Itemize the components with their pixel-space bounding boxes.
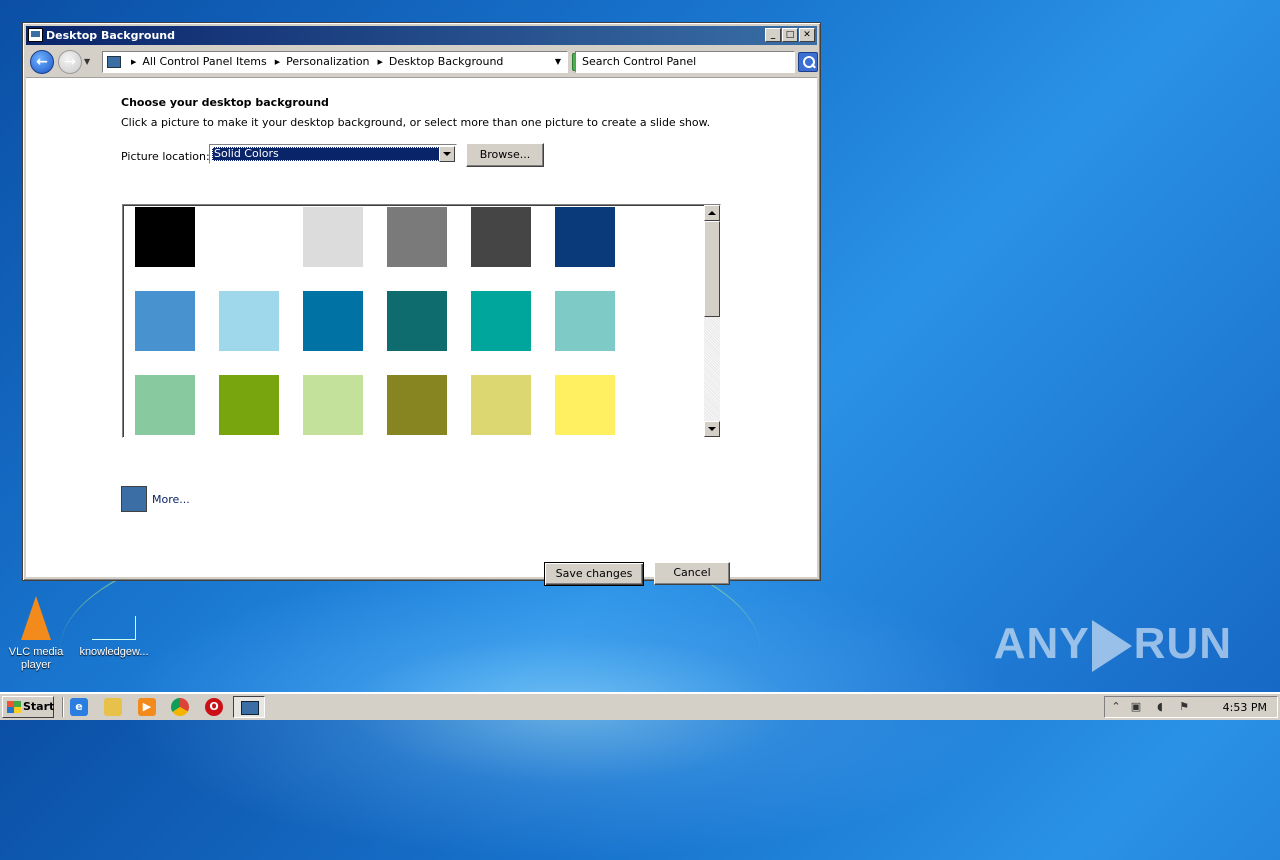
breadcrumb-item[interactable]: All Control Panel Items (142, 55, 266, 68)
chevron-down-icon[interactable] (439, 146, 455, 162)
color-swatch[interactable] (303, 291, 363, 351)
chevron-down-icon[interactable]: ▼ (555, 52, 561, 72)
color-gallery (122, 204, 721, 438)
close-button[interactable]: ✕ (799, 28, 815, 42)
color-swatch[interactable] (303, 375, 363, 435)
clock[interactable]: 4:53 PM (1223, 701, 1267, 714)
vertical-scrollbar[interactable] (704, 205, 720, 437)
scroll-down-icon[interactable] (704, 421, 720, 437)
folder-icon[interactable] (104, 698, 122, 716)
taskbar: Start e ▶ O ⌃ ▣ ◖ ⚑ 4:53 PM (0, 692, 1280, 720)
color-swatch[interactable] (387, 291, 447, 351)
color-swatch[interactable] (387, 207, 447, 267)
scroll-up-icon[interactable] (704, 205, 720, 221)
color-swatch[interactable] (471, 207, 531, 267)
color-swatch[interactable] (555, 291, 615, 351)
page-description: Click a picture to make it your desktop … (121, 116, 711, 129)
windows-logo-icon (7, 701, 21, 713)
color-swatch[interactable] (471, 375, 531, 435)
media-player-icon[interactable]: ▶ (138, 698, 156, 716)
minimize-button[interactable]: _ (765, 28, 781, 42)
internet-explorer-icon[interactable]: e (70, 698, 88, 716)
more-colors-link[interactable]: More... (152, 493, 190, 506)
picture-location-value: Solid Colors (212, 147, 440, 161)
breadcrumb-item[interactable]: Desktop Background (389, 55, 504, 68)
search-icon[interactable] (798, 52, 818, 72)
chevron-right-icon[interactable]: ▶ (131, 52, 136, 72)
page-title: Choose your desktop background (121, 96, 329, 109)
desktop-icon-file[interactable]: knowledgew... (74, 616, 154, 658)
forward-arrow-icon[interactable]: → (58, 50, 82, 74)
desktop-icon-vlc[interactable]: VLC media player (6, 596, 66, 672)
anyrun-watermark: ANY RUN (994, 619, 1232, 672)
search-input[interactable]: Search Control Panel (575, 51, 795, 73)
volume-icon[interactable]: ◖ (1153, 700, 1167, 714)
breadcrumb[interactable]: ▶ All Control Panel Items ▶ Personalization… (102, 51, 568, 73)
taskbar-divider (62, 697, 64, 717)
color-swatch[interactable] (219, 207, 279, 267)
color-swatch[interactable] (219, 375, 279, 435)
chevron-right-icon[interactable]: ▶ (378, 52, 383, 72)
control-panel-icon (107, 56, 121, 68)
file-icon (92, 616, 136, 640)
color-swatch[interactable] (303, 207, 363, 267)
color-swatch[interactable] (135, 375, 195, 435)
start-label: Start (23, 700, 55, 713)
title-bar[interactable]: Desktop Background _ □ ✕ (26, 26, 817, 45)
flag-icon[interactable]: ⚑ (1177, 700, 1191, 714)
picture-location-label: Picture location: (121, 150, 210, 163)
desktop-icon-label: VLC media player (8, 646, 64, 671)
color-swatch[interactable] (135, 207, 195, 267)
maximize-button[interactable]: □ (782, 28, 798, 42)
opera-icon[interactable]: O (205, 698, 223, 716)
chevron-right-icon[interactable]: ▶ (275, 52, 280, 72)
scrollbar-thumb[interactable] (704, 221, 720, 317)
start-button[interactable]: Start (2, 696, 54, 718)
chevron-up-icon[interactable]: ⌃ (1109, 700, 1123, 714)
color-swatch[interactable] (219, 291, 279, 351)
save-changes-button[interactable]: Save changes (544, 562, 644, 586)
color-swatch[interactable] (555, 375, 615, 435)
history-dropdown-icon[interactable]: ▼ (84, 57, 90, 66)
picture-location-select[interactable]: Solid Colors (209, 144, 457, 164)
back-arrow-icon[interactable]: ← (30, 50, 54, 74)
vlc-cone-icon (21, 596, 51, 640)
breadcrumb-item[interactable]: Personalization (286, 55, 369, 68)
control-panel-icon (28, 28, 43, 42)
address-bar: ← → ▼ ▶ All Control Panel Items ▶ Personali… (26, 47, 818, 77)
color-swatch[interactable] (387, 375, 447, 435)
cancel-button[interactable]: Cancel (654, 562, 730, 585)
taskbar-window-desktop-background[interactable] (233, 696, 265, 718)
color-swatch[interactable] (135, 291, 195, 351)
color-swatch[interactable] (555, 207, 615, 267)
network-icon[interactable]: ▣ (1129, 700, 1143, 714)
more-colors-swatch[interactable] (121, 486, 147, 512)
browse-button[interactable]: Browse... (466, 143, 544, 167)
window-title: Desktop Background (46, 29, 176, 42)
main-content: Choose your desktop background Click a p… (26, 77, 817, 586)
desktop-icon-label: knowledgew... (79, 646, 149, 658)
color-swatch[interactable] (471, 291, 531, 351)
desktop-background-window: Desktop Background _ □ ✕ ← → ▼ ▶ All Cont… (22, 22, 821, 586)
chrome-icon[interactable] (171, 698, 189, 716)
system-tray: ⌃ ▣ ◖ ⚑ 4:53 PM (1104, 696, 1278, 718)
